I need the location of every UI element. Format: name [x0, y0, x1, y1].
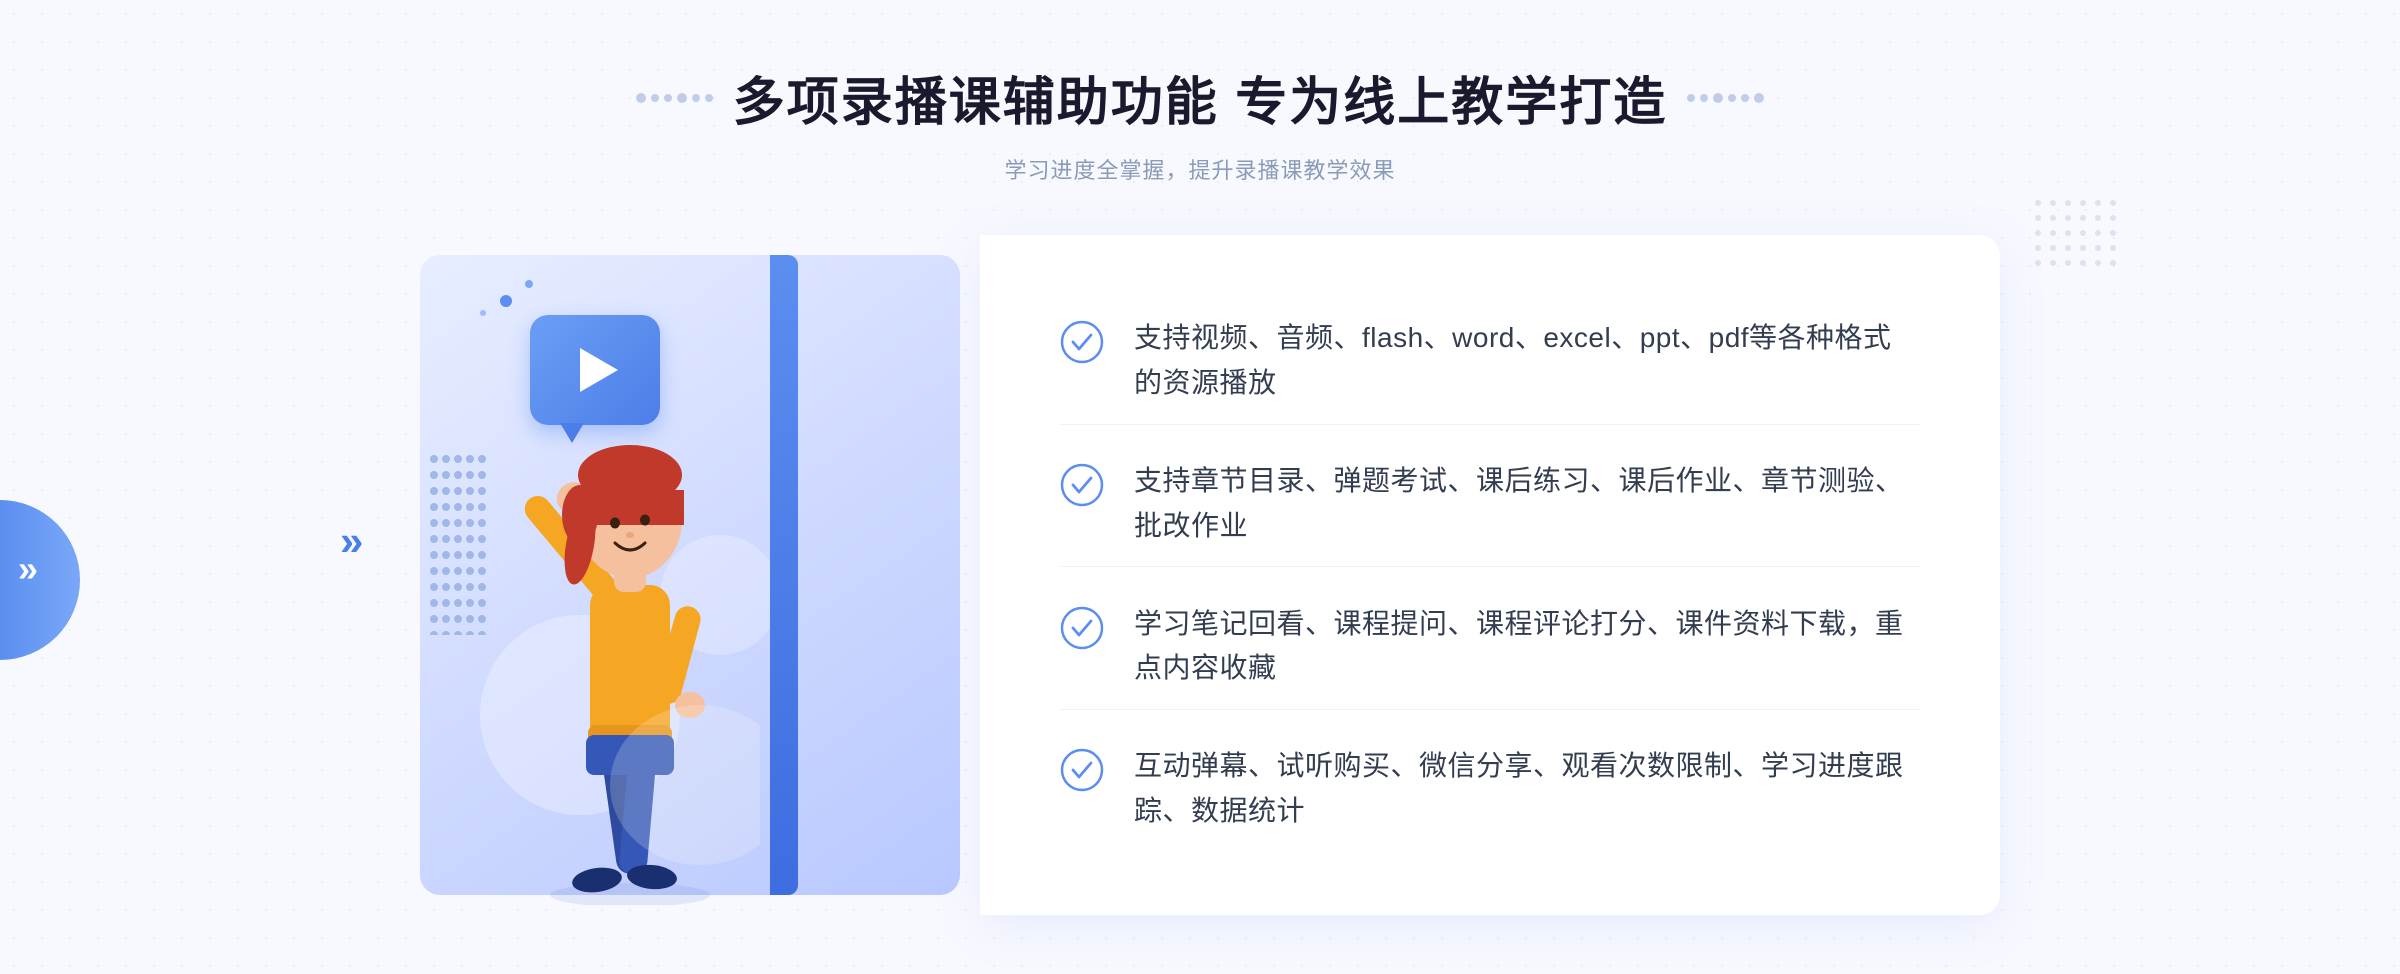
feature-item-3: 学习笔记回看、课程提问、课程评论打分、课件资料下载，重点内容收藏	[1060, 584, 1920, 711]
page-chevrons: »	[18, 548, 32, 590]
feature-text-1: 支持视频、音频、flash、word、excel、ppt、pdf等各种格式的资源…	[1134, 316, 1920, 406]
header-title-row: 多项录播课辅助功能 专为线上教学打造	[636, 60, 1764, 135]
feature-item-4: 互动弹幕、试听购买、微信分享、观看次数限制、学习进度跟踪、数据统计	[1060, 726, 1920, 852]
sparkle-dot-2	[525, 280, 533, 288]
header-section: 多项录播课辅助功能 专为线上教学打造 学习进度全掌握，提升录播课教学效果	[636, 0, 1764, 185]
feature-text-2: 支持章节目录、弹题考试、课后练习、课后作业、章节测验、批改作业	[1134, 459, 1920, 549]
dot-decoration-right	[2035, 200, 2120, 270]
sparkle-dot-1	[500, 295, 512, 307]
check-icon-2	[1060, 463, 1104, 507]
features-panel: 支持视频、音频、flash、word、excel、ppt、pdf等各种格式的资源…	[980, 235, 2000, 915]
check-icon-3	[1060, 606, 1104, 650]
arrow-decoration: »	[340, 517, 355, 565]
check-icon-1	[1060, 320, 1104, 364]
title-dots-left	[636, 93, 713, 103]
feature-text-3: 学习笔记回看、课程提问、课程评论打分、课件资料下载，重点内容收藏	[1134, 602, 1920, 692]
page-blue-circle	[0, 500, 80, 660]
page-title: 多项录播课辅助功能 专为线上教学打造	[733, 60, 1667, 135]
person-figure	[500, 365, 760, 905]
page-subtitle: 学习进度全掌握，提升录播课教学效果	[636, 153, 1764, 185]
illustration-panel: // Will be handled by SVG/CSS	[400, 235, 980, 915]
blue-vertical-bar	[770, 255, 798, 895]
title-dots-right	[1687, 93, 1764, 103]
content-area: // Will be handled by SVG/CSS	[400, 235, 2000, 915]
striped-decoration	[430, 455, 490, 635]
feature-item-2: 支持章节目录、弹题考试、课后练习、课后作业、章节测验、批改作业	[1060, 441, 1920, 568]
sparkle-dot-3	[480, 310, 486, 316]
page-container: 多项录播课辅助功能 专为线上教学打造 学习进度全掌握，提升录播课教学效果 //	[0, 0, 2400, 974]
feature-item-1: 支持视频、音频、flash、word、excel、ppt、pdf等各种格式的资源…	[1060, 298, 1920, 425]
check-icon-4	[1060, 748, 1104, 792]
feature-text-4: 互动弹幕、试听购买、微信分享、观看次数限制、学习进度跟踪、数据统计	[1134, 744, 1920, 834]
